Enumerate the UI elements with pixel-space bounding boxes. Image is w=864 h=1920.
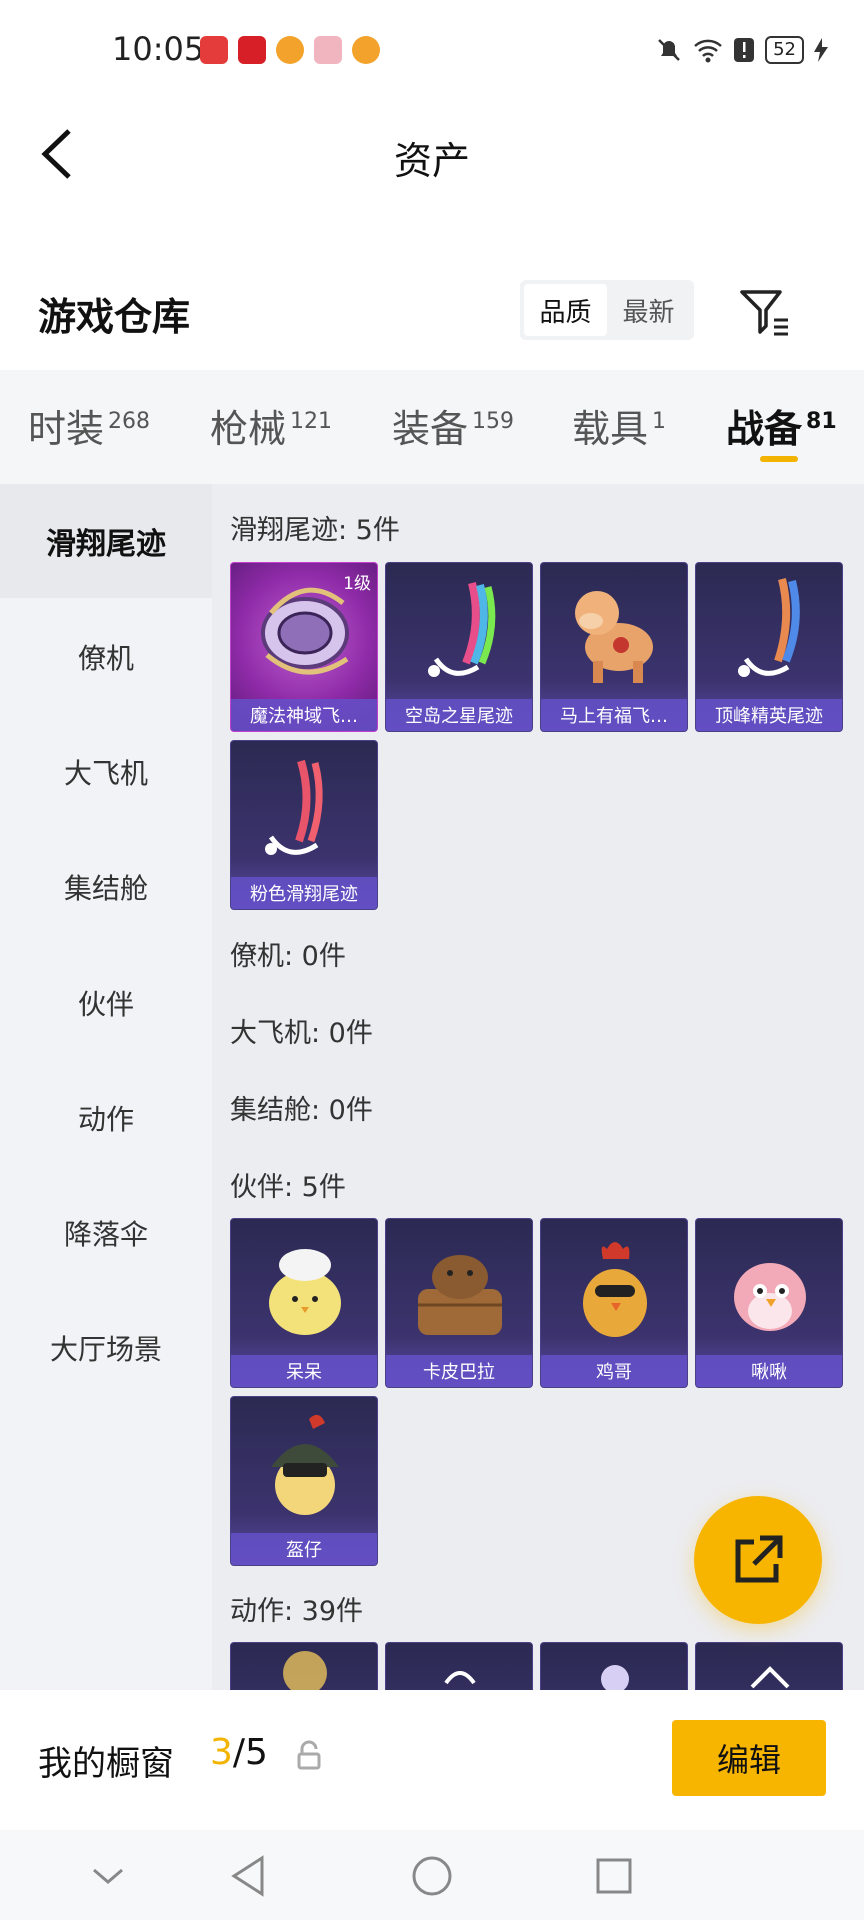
item-card[interactable]: 粉色滑翔尾迹	[230, 740, 378, 910]
section-title-action: 动作: 39件	[230, 1596, 364, 1627]
item-card[interactable]: 空岛之星尾迹	[385, 562, 533, 732]
item-card[interactable]: 1级 魔法神域飞…	[230, 562, 378, 732]
item-name: 马上有福飞…	[541, 699, 687, 731]
showcase-label: 我的橱窗	[38, 1744, 174, 1784]
status-indicators: 52	[655, 36, 828, 64]
app-notification-icon	[200, 36, 228, 64]
pink-trail-item-icon	[265, 759, 323, 855]
item-card[interactable]: 马上有福飞…	[540, 562, 688, 732]
edit-button[interactable]: 编辑	[672, 1720, 826, 1796]
side-menu: 滑翔尾迹 僚机 大飞机 集结舱 伙伴 动作 降落伞 大厅场景	[0, 484, 212, 1690]
item-card[interactable]: 鸡哥	[540, 1218, 688, 1388]
status-app-icons	[200, 36, 380, 64]
battery-level: 52	[765, 36, 804, 64]
side-item-partner[interactable]: 伙伴	[0, 946, 212, 1060]
item-name: 呆呆	[231, 1355, 377, 1387]
section-title-partner: 伙伴: 5件	[230, 1172, 346, 1203]
filter-icon	[740, 290, 788, 336]
section-title-big-plane: 大飞机: 0件	[230, 1018, 373, 1049]
system-nav-bar	[0, 1830, 864, 1920]
charging-icon	[814, 38, 828, 62]
item-name: 卡皮巴拉	[386, 1355, 532, 1387]
app-notification-icon	[352, 36, 380, 64]
section-title-wingman: 僚机: 0件	[230, 941, 346, 972]
tab-battle-prep[interactable]: 战备 81	[726, 398, 837, 453]
item-card[interactable]	[230, 1642, 378, 1690]
alert-icon	[734, 38, 755, 62]
item-card[interactable]: 呆呆	[230, 1218, 378, 1388]
item-card[interactable]: 卡皮巴拉	[385, 1218, 533, 1388]
showcase-count: 3/5	[210, 1732, 268, 1773]
app-notification-icon	[314, 36, 342, 64]
item-card[interactable]	[695, 1642, 843, 1690]
item-card[interactable]: 啾啾	[695, 1218, 843, 1388]
app-notification-icon	[276, 36, 304, 64]
filter-button[interactable]	[738, 286, 792, 340]
side-item-parachute[interactable]: 降落伞	[0, 1176, 212, 1290]
action-emote-icon	[283, 1651, 327, 1690]
mute-bell-icon	[658, 39, 680, 61]
side-item-capsule[interactable]: 集结舱	[0, 830, 212, 944]
tab-equipment[interactable]: 装备 159	[392, 398, 514, 453]
circle-home-icon	[412, 1856, 452, 1896]
section-title-glide-trail: 滑翔尾迹: 5件	[230, 515, 400, 546]
share-export-icon	[735, 1535, 783, 1583]
item-name: 盔仔	[231, 1533, 377, 1565]
square-recents-icon	[596, 1858, 632, 1894]
item-name: 魔法神域飞…	[231, 699, 377, 731]
tab-outfit[interactable]: 时装 268	[28, 398, 150, 453]
warehouse-title: 游戏仓库	[38, 295, 191, 339]
wifi-icon	[694, 39, 722, 63]
system-recents-button[interactable]	[586, 1848, 642, 1904]
action-emote-icon	[601, 1665, 629, 1690]
item-name: 粉色滑翔尾迹	[231, 877, 377, 909]
item-name: 啾啾	[696, 1355, 842, 1387]
item-card[interactable]	[540, 1642, 688, 1690]
item-card[interactable]: 盔仔	[230, 1396, 378, 1566]
item-name: 空岛之星尾迹	[386, 699, 532, 731]
item-card[interactable]: 顶峰精英尾迹	[695, 562, 843, 732]
lucky-horse-item-icon	[575, 591, 653, 683]
item-name: 顶峰精英尾迹	[696, 699, 842, 731]
top-nav: 资产	[0, 104, 864, 204]
tab-firearms[interactable]: 枪械 121	[210, 398, 332, 453]
category-tabs: 时装 268 枪械 121 装备 159 载具 1 战备 81	[0, 370, 864, 484]
tab-vehicles[interactable]: 载具 1	[572, 398, 666, 453]
item-name: 鸡哥	[541, 1355, 687, 1387]
side-item-action[interactable]: 动作	[0, 1061, 212, 1175]
action-emote-icon	[444, 1671, 476, 1685]
side-item-big-plane[interactable]: 大飞机	[0, 715, 212, 829]
status-time: 10:05	[112, 30, 205, 68]
action-emote-icon	[750, 1666, 790, 1689]
warehouse-header: 游戏仓库 品质 最新	[0, 260, 864, 370]
pink-bird-item-icon	[734, 1263, 806, 1331]
share-button[interactable]	[694, 1496, 822, 1624]
system-back-button[interactable]	[220, 1848, 276, 1904]
section-title-capsule: 集结舱: 0件	[230, 1095, 373, 1126]
page-title: 资产	[393, 139, 470, 183]
lock-icon	[297, 1740, 321, 1770]
side-item-lobby-scene[interactable]: 大厅场景	[0, 1291, 212, 1405]
triangle-back-icon	[231, 1855, 264, 1897]
rainbow-trail-item-icon	[428, 582, 496, 677]
rooster-item-icon	[583, 1242, 647, 1337]
sort-segmented-control: 品质 最新	[520, 280, 694, 340]
item-level: 1级	[343, 574, 371, 594]
capybara-item-icon	[418, 1255, 502, 1335]
active-tab-indicator	[760, 456, 798, 462]
system-home-button[interactable]	[404, 1848, 460, 1904]
item-card[interactable]	[385, 1642, 533, 1690]
chevron-down-icon	[93, 1868, 123, 1884]
app-notification-icon	[238, 36, 266, 64]
collapse-button[interactable]	[80, 1848, 136, 1904]
sort-quality-option[interactable]: 品质	[524, 284, 607, 336]
peak-elite-trail-item-icon	[738, 578, 800, 677]
showcase-bar: 我的橱窗 3/5 编辑	[0, 1690, 864, 1830]
side-item-wingman[interactable]: 僚机	[0, 600, 212, 714]
side-item-glide-trail[interactable]: 滑翔尾迹	[0, 484, 212, 598]
chick-daidai-item-icon	[269, 1249, 341, 1335]
helmet-chick-item-icon	[271, 1414, 339, 1515]
sort-newest-option[interactable]: 最新	[607, 284, 690, 336]
status-bar: 10:05 52	[0, 0, 864, 104]
